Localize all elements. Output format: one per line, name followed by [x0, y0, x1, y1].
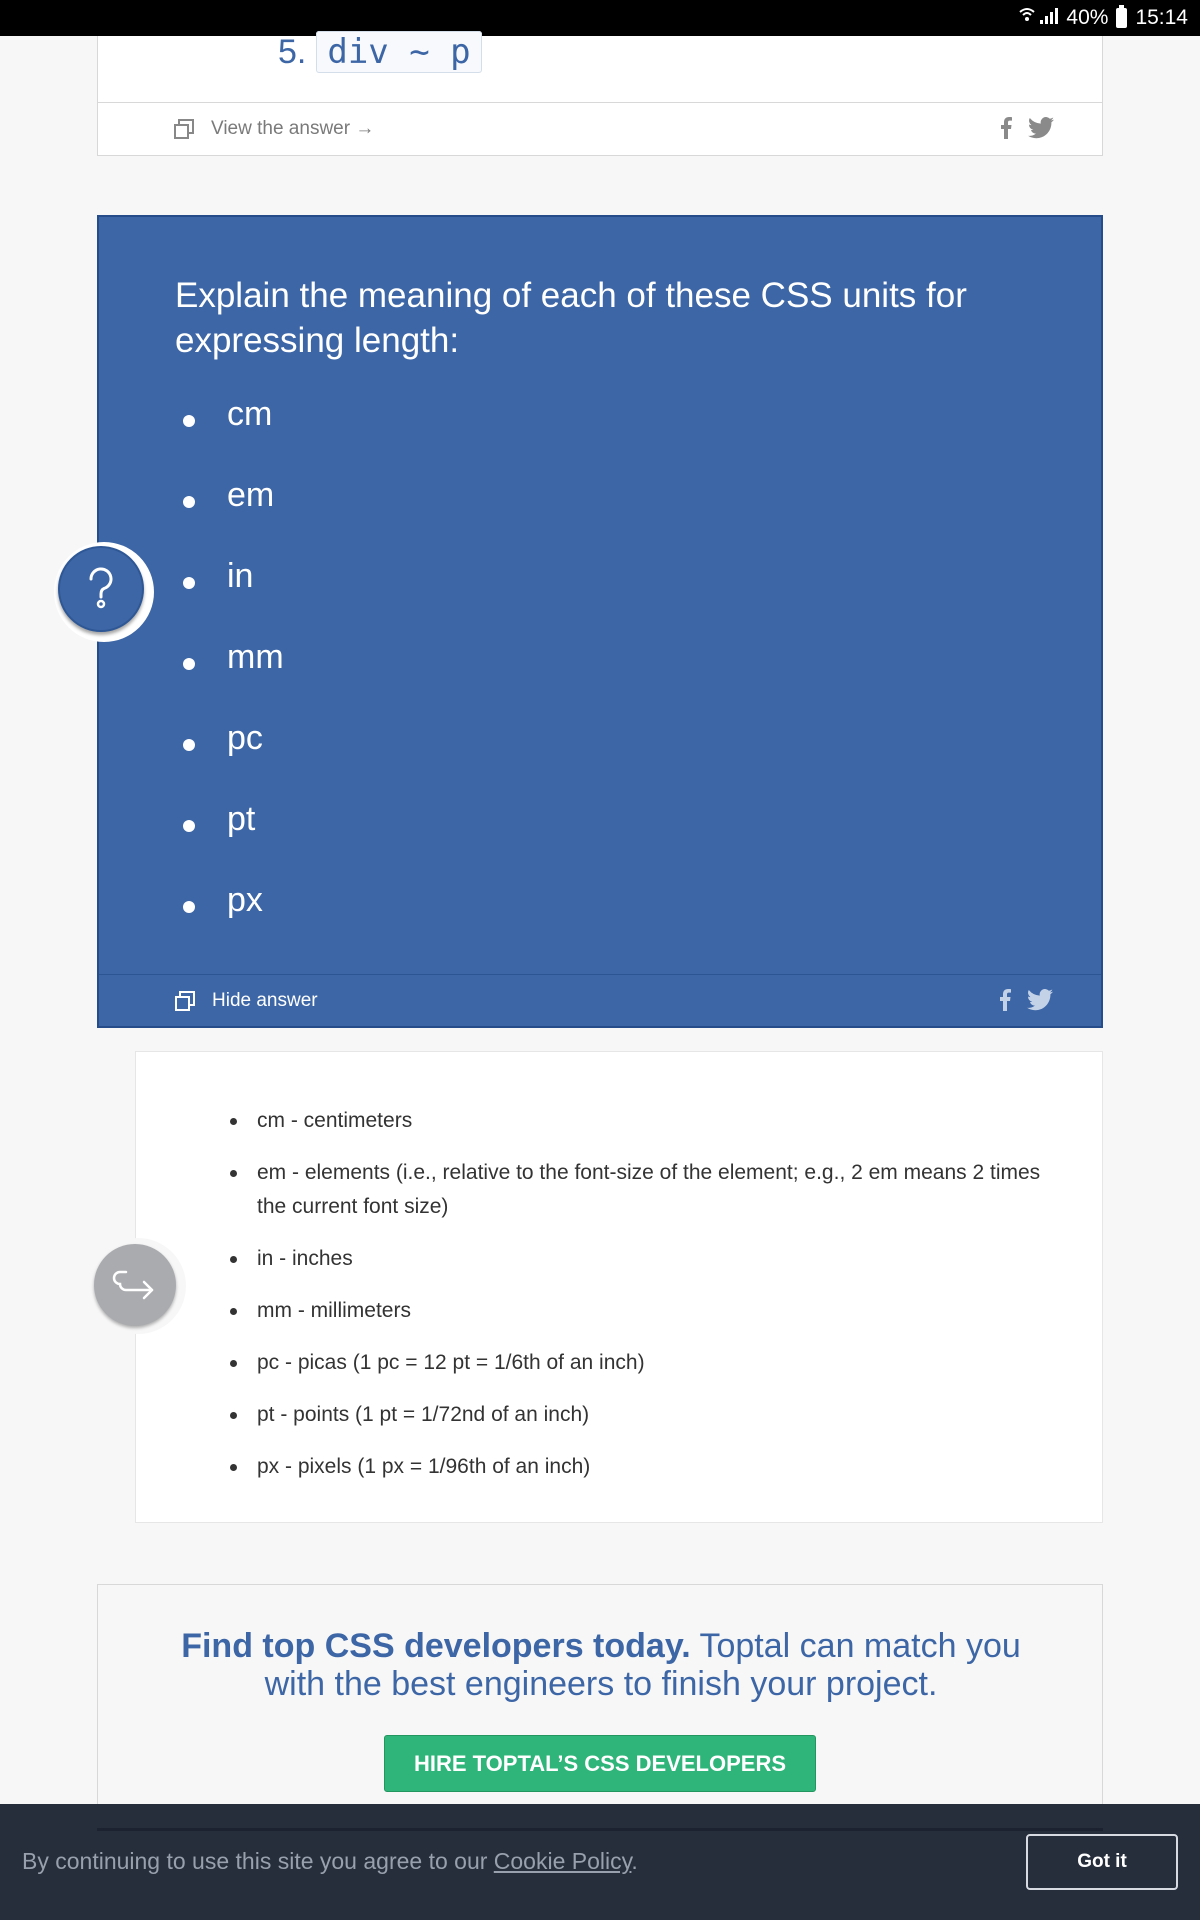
promo-headline: Find top CSS developers today. Toptal ca…	[158, 1627, 1044, 1703]
bullet	[183, 577, 195, 589]
share-buttons	[999, 989, 1053, 1011]
twitter-icon[interactable]	[1028, 117, 1054, 139]
list-item: cm - centimeters	[230, 1104, 1060, 1138]
list-item: in	[183, 557, 284, 638]
hide-answer-link[interactable]: Hide answer	[212, 990, 318, 1012]
answer-toggle-icon	[174, 990, 196, 1012]
battery-percentage: 40%	[1066, 6, 1109, 29]
list-item: pc	[183, 719, 284, 800]
list-item: em	[183, 476, 284, 557]
bullet	[183, 739, 195, 751]
divider	[97, 1828, 1103, 1831]
bullet	[183, 415, 195, 427]
twitter-icon[interactable]	[1027, 989, 1053, 1011]
bullet	[230, 1412, 237, 1419]
bullet	[230, 1256, 237, 1263]
cookie-policy-link[interactable]: Cookie Policy	[494, 1848, 632, 1874]
bullet	[183, 820, 195, 832]
facebook-icon[interactable]	[1000, 117, 1012, 139]
list-item: em - elements (i.e., relative to the fon…	[230, 1156, 1060, 1224]
question-badge	[54, 542, 154, 642]
list-item: px - pixels (1 px = 1/96th of an inch)	[230, 1450, 1060, 1484]
bullet	[183, 496, 195, 508]
battery-icon	[1116, 5, 1128, 28]
previous-question-code: 5. div ~ p	[278, 31, 482, 73]
code-snippet: div ~ p	[316, 31, 482, 73]
question-card: Explain the meaning of each of these CSS…	[97, 215, 1103, 1028]
list-item: pt	[183, 800, 284, 881]
bullet	[230, 1118, 237, 1125]
previous-question-card: 5. div ~ p View the answer →	[97, 31, 1103, 156]
share-buttons	[1000, 117, 1054, 139]
clock: 15:14	[1135, 6, 1188, 29]
question-mark-icon	[58, 546, 144, 632]
cookie-message: By continuing to use this site you agree…	[22, 1848, 638, 1874]
question-number: 5.	[278, 33, 307, 71]
bullet	[230, 1464, 237, 1471]
list-item: mm - millimeters	[230, 1294, 1060, 1328]
bullet	[183, 901, 195, 913]
list-item: pc - picas (1 pc = 12 pt = 1/6th of an i…	[230, 1346, 1060, 1380]
list-item: in - inches	[230, 1242, 1060, 1276]
bullet	[183, 658, 195, 670]
reply-arrow-icon	[94, 1244, 176, 1326]
answer-card: cm - centimeters em - elements (i.e., re…	[135, 1051, 1103, 1523]
bullet	[230, 1360, 237, 1367]
wifi-signal-icon	[1018, 6, 1059, 31]
css-units-list: cm em in mm pc pt px	[183, 395, 284, 962]
list-item: pt - points (1 pt = 1/72nd of an inch)	[230, 1398, 1060, 1432]
list-item: cm	[183, 395, 284, 476]
answer-badge	[90, 1238, 186, 1334]
previous-question-footer: View the answer →	[98, 102, 1102, 155]
status-bar: 40% 15:14	[0, 0, 1200, 36]
facebook-icon[interactable]	[999, 989, 1011, 1011]
promo-headline-bold: Find top CSS developers today.	[181, 1627, 691, 1665]
list-item: mm	[183, 638, 284, 719]
answer-toggle-icon	[173, 118, 195, 140]
question-footer: Hide answer	[99, 974, 1101, 1026]
list-item: px	[183, 881, 284, 962]
hire-developers-button[interactable]: HIRE TOPTAL’S CSS DEVELOPERS	[384, 1735, 816, 1792]
bullet	[230, 1170, 237, 1177]
question-title: Explain the meaning of each of these CSS…	[175, 276, 967, 360]
view-answer-link[interactable]: View the answer →	[211, 118, 374, 140]
answer-list: cm - centimeters em - elements (i.e., re…	[230, 1104, 1060, 1502]
cookie-banner: By continuing to use this site you agree…	[0, 1804, 1200, 1920]
bullet	[230, 1308, 237, 1315]
got-it-button[interactable]: Got it	[1026, 1834, 1178, 1890]
